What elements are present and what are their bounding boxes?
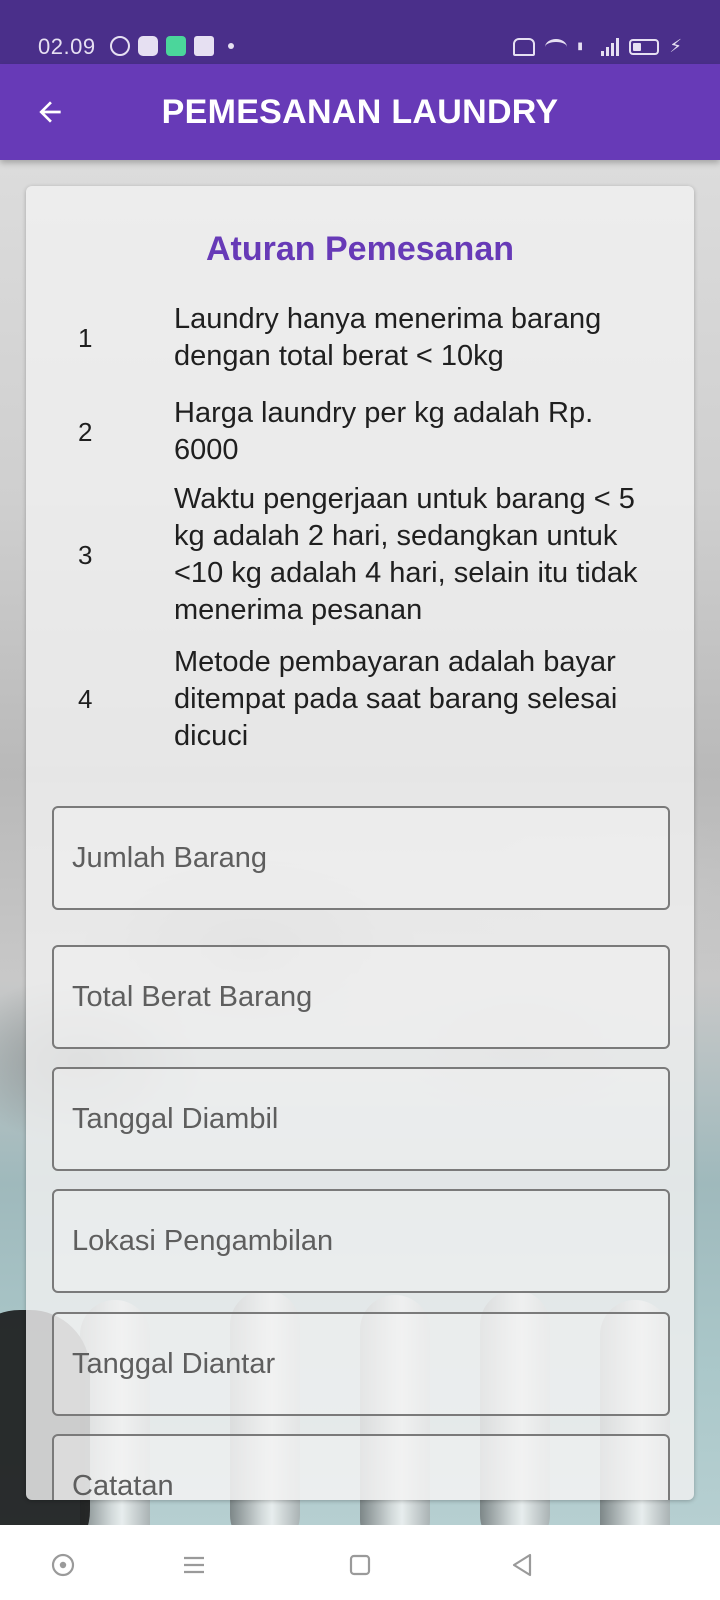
rule-item: 1 Laundry hanya menerima barang dengan t… (26, 298, 694, 378)
rule-number: 3 (78, 539, 93, 570)
assistant-button[interactable] (43, 1545, 83, 1585)
assistant-icon (51, 1553, 75, 1577)
whatsapp-icon (110, 36, 130, 56)
wifi-icon (545, 38, 568, 55)
page-title: PEMESANAN LAUNDRY (161, 93, 559, 131)
total-berat-field[interactable] (52, 945, 670, 1049)
tanggal-diantar-field[interactable] (52, 1312, 670, 1416)
rule-item: 2 Harga laundry per kg adalah Rp. 6000 (26, 392, 694, 472)
battery-icon (629, 38, 660, 55)
more-dot-icon (228, 43, 234, 49)
catatan-input[interactable] (54, 1436, 668, 1500)
catatan-field[interactable] (52, 1434, 670, 1500)
rules-title: Aturan Pemesanan (206, 230, 514, 268)
tanggal-diambil-input[interactable] (54, 1069, 668, 1169)
nav-back-button[interactable] (502, 1545, 542, 1585)
status-system-icons: ▮ ⚡︎ (513, 36, 682, 57)
signal-icon (601, 37, 620, 56)
notification-app-icon (166, 36, 186, 56)
tanggal-diantar-input[interactable] (54, 1314, 668, 1414)
home-icon (349, 1554, 371, 1576)
rule-item: 3 Waktu pengerjaan untuk barang < 5 kg a… (26, 479, 694, 631)
home-button[interactable] (340, 1545, 380, 1585)
charging-icon: ⚡︎ (669, 36, 682, 56)
rule-item: 4 Metode pembayaran adalah bayar ditempa… (26, 640, 694, 758)
rule-number: 1 (78, 322, 93, 353)
order-card: Aturan Pemesanan 1 Laundry hanya menerim… (26, 186, 694, 1500)
lokasi-pengambilan-input[interactable] (54, 1191, 668, 1291)
back-icon (512, 1553, 532, 1577)
system-nav-bar (0, 1525, 720, 1600)
jumlah-barang-input[interactable] (54, 808, 668, 908)
facebook-icon (194, 36, 214, 56)
rule-text: Laundry hanya menerima barang dengan tot… (174, 303, 602, 372)
status-time: 02.09 (38, 34, 96, 59)
lokasi-pengambilan-field[interactable] (52, 1189, 670, 1293)
rule-text: Waktu pengerjaan untuk barang < 5 kg ada… (174, 483, 638, 626)
rule-number: 4 (78, 683, 93, 714)
status-notification-icons (110, 36, 234, 56)
rule-text: Harga laundry per kg adalah Rp. 6000 (174, 397, 594, 466)
jumlah-barang-field[interactable] (52, 806, 670, 910)
tanggal-diambil-field[interactable] (52, 1067, 670, 1171)
total-berat-input[interactable] (54, 947, 668, 1047)
volte-icon: ▮ (577, 40, 583, 52)
rule-number: 2 (78, 416, 93, 447)
menu-icon (184, 1556, 204, 1574)
youtube-icon (138, 36, 158, 56)
status-bar: 02.09 ▮ ⚡︎ (0, 0, 720, 64)
menu-button[interactable] (174, 1545, 214, 1585)
vibrate-mute-icon (513, 37, 536, 56)
app-bar: PEMESANAN LAUNDRY (0, 64, 720, 160)
rule-text: Metode pembayaran adalah bayar ditempat … (174, 645, 618, 752)
